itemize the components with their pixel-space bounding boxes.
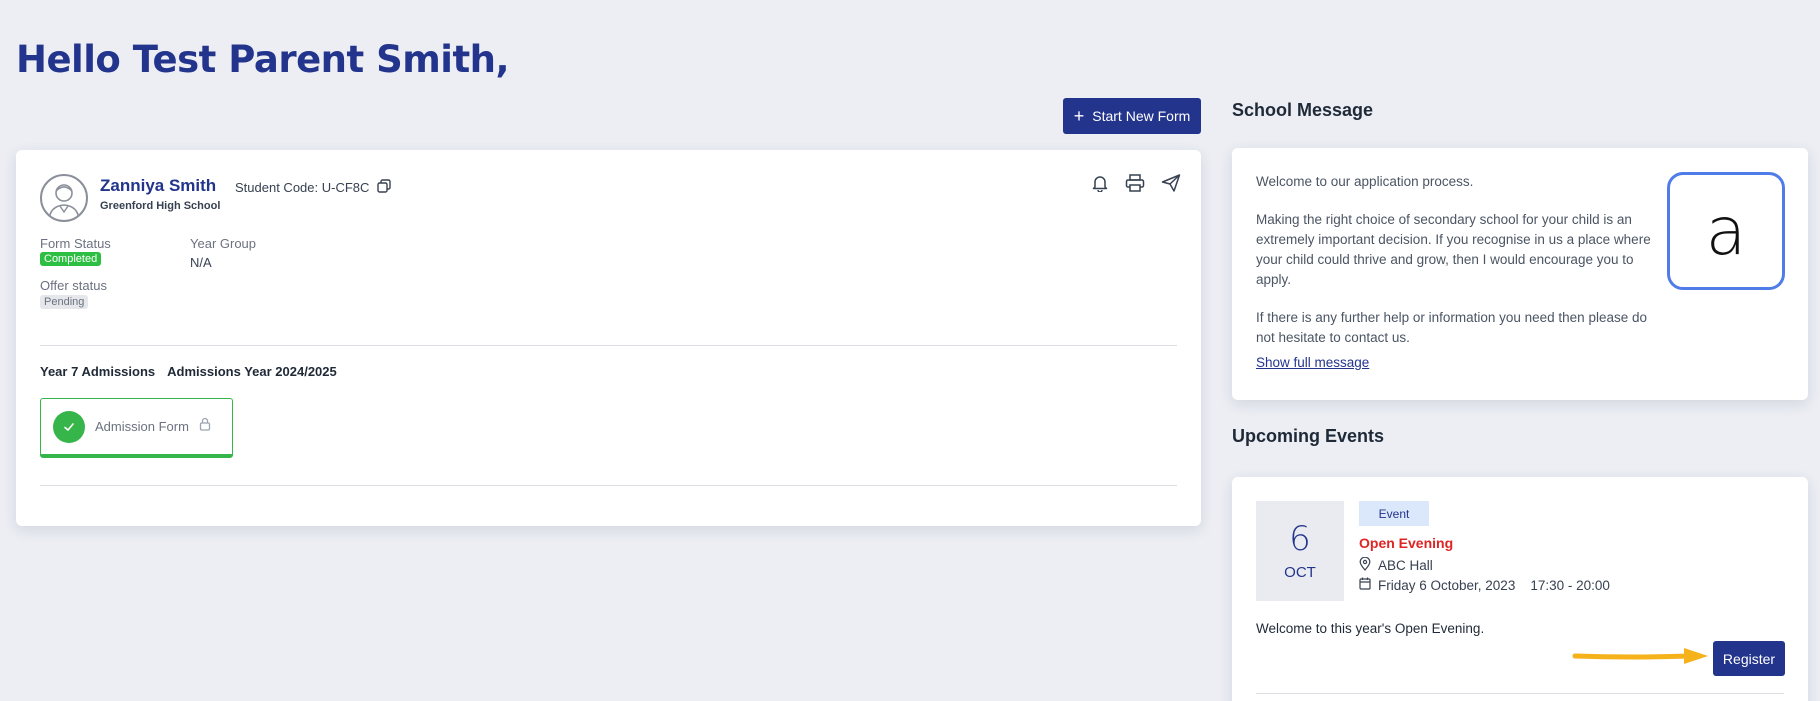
school-name: Greenford High School (100, 200, 221, 212)
event-location-text: ABC Hall (1378, 558, 1433, 573)
event-date-text: Friday 6 October, 2023 (1378, 577, 1516, 593)
register-button[interactable]: Register (1713, 641, 1785, 676)
upcoming-events-title: Upcoming Events (1232, 426, 1385, 446)
message-paragraph: Welcome to our application process. (1256, 174, 1474, 189)
start-new-form-button[interactable]: + Start New Form (1063, 98, 1201, 134)
school-message-text: Welcome to our application process. Maki… (1256, 172, 1656, 366)
card-actions (1091, 174, 1181, 192)
send-icon[interactable] (1161, 174, 1181, 192)
student-avatar-icon (48, 184, 80, 220)
student-avatar (40, 174, 88, 222)
divider (1256, 693, 1784, 694)
show-full-message-link[interactable]: Show full message (1256, 355, 1369, 370)
event-tag: Event (1359, 501, 1429, 526)
divider (40, 485, 1177, 486)
event-datetime: Friday 6 October, 2023 17:30 - 20:00 (1359, 577, 1610, 593)
school-message-title: School Message (1232, 100, 1374, 120)
form-status-badge: Completed (40, 252, 102, 266)
copy-icon[interactable] (377, 179, 392, 196)
offer-status-badge: Pending (40, 295, 89, 309)
admission-form-label: Admission Form (95, 419, 189, 434)
event-title: Open Evening (1359, 535, 1454, 551)
event-card: 6 OCT Event Open Evening ABC Hall Friday… (1232, 477, 1808, 701)
annotation-arrow-icon (1572, 648, 1708, 664)
message-paragraph: If there is any further help or informat… (1256, 310, 1647, 345)
student-code: Student Code: U-CF8C (235, 179, 392, 196)
student-name: Zanniya Smith (100, 176, 217, 195)
year-group-value: N/A (190, 255, 212, 270)
school-logo: a (1667, 172, 1785, 290)
admission-title: Year 7 Admissions (40, 364, 156, 379)
divider (40, 345, 1177, 346)
event-month: OCT (1284, 564, 1316, 582)
bell-icon[interactable] (1091, 174, 1109, 192)
admission-form-tile[interactable]: Admission Form (40, 398, 233, 458)
check-icon (53, 410, 85, 443)
start-new-form-label: Start New Form (1092, 108, 1191, 124)
page-title: Hello Test Parent Smith, (16, 38, 510, 81)
offer-status-label: Offer status (40, 278, 107, 293)
school-message-card: Welcome to our application process. Maki… (1232, 148, 1808, 400)
admission-heading: Year 7 Admissions Admissions Year 2024/20… (40, 364, 337, 379)
calendar-icon (1359, 577, 1371, 593)
student-code-text: Student Code: U-CF8C (235, 180, 370, 195)
event-time-text: 17:30 - 20:00 (1530, 577, 1610, 593)
event-date-box: 6 OCT (1256, 501, 1344, 601)
form-status-label: Form Status (40, 236, 111, 251)
event-location: ABC Hall (1359, 556, 1433, 574)
message-paragraph: Making the right choice of secondary sch… (1256, 212, 1651, 287)
year-group-label: Year Group (190, 236, 257, 251)
student-card: Zanniya Smith Student Code: U-CF8C Green… (16, 150, 1201, 526)
event-day: 6 (1289, 518, 1311, 559)
admission-year: Admissions Year 2024/2025 (167, 364, 337, 379)
event-description: Welcome to this year's Open Evening. (1256, 621, 1485, 636)
plus-icon: + (1073, 106, 1085, 126)
printer-icon[interactable] (1125, 174, 1145, 192)
lock-icon (199, 417, 211, 436)
map-pin-icon (1359, 556, 1371, 574)
